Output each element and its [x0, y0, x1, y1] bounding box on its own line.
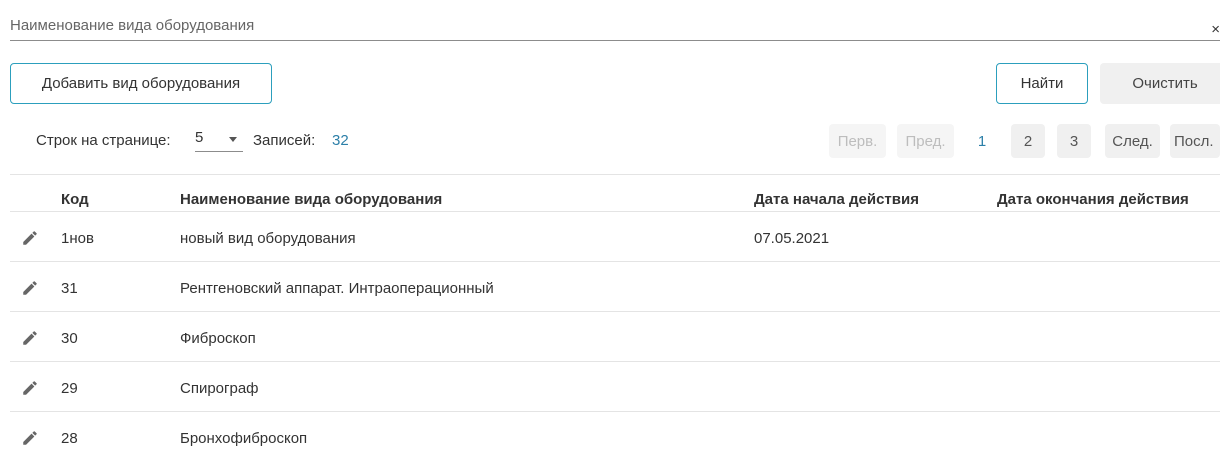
table-row[interactable]: 29 Спирограф — [10, 362, 1220, 412]
pencil-icon[interactable] — [21, 229, 39, 247]
pencil-icon[interactable] — [21, 329, 39, 347]
equipment-types-table: Код Наименование вида оборудования Дата … — [10, 174, 1220, 455]
rows-per-page-select[interactable]: 5 — [195, 126, 243, 152]
pencil-icon[interactable] — [21, 379, 39, 397]
rows-per-page-label: Строк на странице: — [36, 132, 171, 149]
close-icon[interactable]: × — [1211, 22, 1220, 37]
cell-code: 31 — [61, 280, 78, 297]
table-row[interactable]: 30 Фиброскоп — [10, 312, 1220, 362]
cell-name: Бронхофиброскоп — [180, 430, 308, 447]
table-header: Код Наименование вида оборудования Дата … — [10, 174, 1220, 212]
cell-code: 1нов — [61, 230, 94, 247]
table-row[interactable]: 1нов новый вид оборудования 07.05.2021 — [10, 212, 1220, 262]
page-1-button[interactable]: 1 — [965, 124, 999, 158]
column-header-code[interactable]: Код — [61, 191, 89, 208]
cell-start-date: 07.05.2021 — [754, 230, 830, 247]
cell-code: 30 — [61, 330, 78, 347]
rows-per-page-value: 5 — [195, 129, 204, 146]
records-label: Записей: — [253, 132, 316, 149]
cell-code: 29 — [61, 380, 78, 397]
pencil-icon[interactable] — [21, 429, 39, 447]
search-input[interactable] — [10, 10, 1190, 40]
page-2-button[interactable]: 2 — [1011, 124, 1045, 158]
records-count: 32 — [332, 132, 349, 149]
clear-button[interactable]: Очистить — [1100, 63, 1220, 104]
cell-name: новый вид оборудования — [180, 230, 356, 247]
find-button[interactable]: Найти — [996, 63, 1088, 104]
page-3-button[interactable]: 3 — [1057, 124, 1091, 158]
first-page-button[interactable]: Перв. — [829, 124, 886, 158]
table-row[interactable]: 31 Рентгеновский аппарат. Интраоперацион… — [10, 262, 1220, 312]
caret-down-icon — [229, 137, 237, 142]
table-row[interactable]: 28 Бронхофиброскоп — [10, 412, 1220, 455]
next-page-button[interactable]: След. — [1105, 124, 1160, 158]
column-header-name[interactable]: Наименование вида оборудования — [180, 191, 442, 208]
column-header-end-date[interactable]: Дата окончания действия — [997, 191, 1189, 208]
last-page-button[interactable]: Посл. — [1170, 124, 1220, 158]
cell-name: Фиброскоп — [180, 330, 256, 347]
cell-code: 28 — [61, 430, 78, 447]
prev-page-button[interactable]: Пред. — [897, 124, 954, 158]
pencil-icon[interactable] — [21, 279, 39, 297]
search-field: × — [10, 10, 1220, 41]
cell-name: Рентгеновский аппарат. Интраоперационный — [180, 280, 494, 297]
add-equipment-type-button[interactable]: Добавить вид оборудования — [10, 63, 272, 104]
column-header-start-date[interactable]: Дата начала действия — [754, 191, 919, 208]
cell-name: Спирограф — [180, 380, 259, 397]
